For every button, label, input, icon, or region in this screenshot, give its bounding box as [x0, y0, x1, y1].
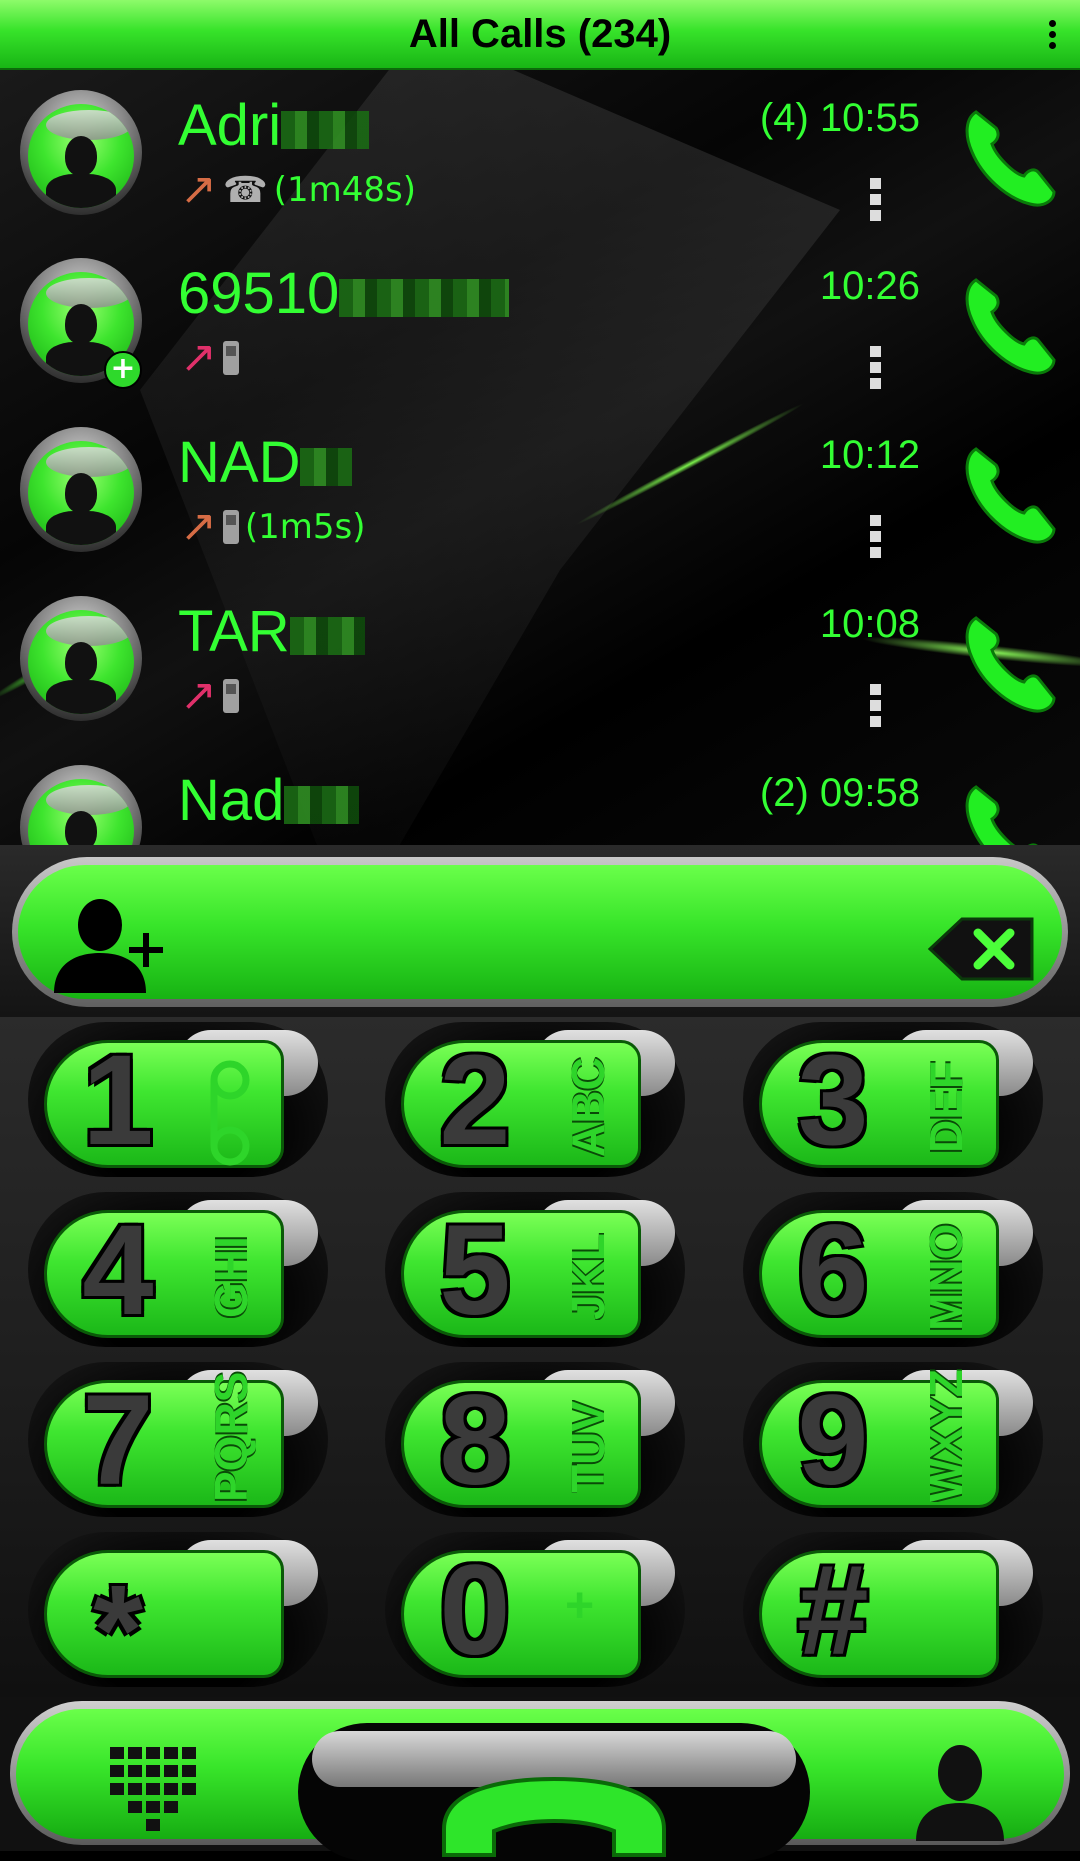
add-contact-icon[interactable] — [48, 895, 173, 995]
dialpad: 1 2 ABC 3 DEF 4 GHI 5 JKL 6 MNO 7 PQRS 8… — [0, 1017, 1080, 1697]
key-digit: 1 — [82, 1029, 154, 1172]
missed-call-icon: ↗ — [180, 670, 217, 721]
backspace-icon[interactable] — [926, 915, 1036, 983]
dial-input-bar — [12, 857, 1068, 1007]
overflow-menu-icon[interactable] — [1042, 18, 1062, 58]
list-item[interactable]: NAD 10:12 ↗ (1m5s) — [0, 407, 1080, 575]
key-hash[interactable]: # — [743, 1532, 1043, 1687]
more-options-icon[interactable] — [869, 684, 883, 734]
list-item[interactable]: Adri (4) 10:55 ↗ ☎ (1m48s) — [0, 70, 1080, 238]
call-time: (4) 10:55 — [759, 96, 920, 140]
key-digit: # — [797, 1539, 869, 1682]
call-icon[interactable] — [958, 775, 1058, 845]
call-icon[interactable] — [958, 268, 1058, 378]
key-digit: 4 — [82, 1199, 154, 1342]
voicemail-icon — [210, 1060, 250, 1166]
key-digit: 9 — [797, 1369, 869, 1512]
list-item[interactable]: + 69510 10:26 ↗ — [0, 238, 1080, 406]
key-7[interactable]: 7 PQRS — [28, 1362, 328, 1517]
key-1[interactable]: 1 — [28, 1022, 328, 1177]
key-digit: 5 — [439, 1199, 511, 1342]
key-digit: 0 — [439, 1539, 511, 1682]
key-letters: JKL — [562, 1233, 614, 1321]
key-letters: PQRS — [205, 1371, 257, 1502]
key-letters: DEF — [920, 1061, 972, 1153]
contact-name: Adri — [178, 92, 370, 159]
key-0[interactable]: 0 + — [385, 1532, 685, 1687]
key-6[interactable]: 6 MNO — [743, 1192, 1043, 1347]
outgoing-call-icon: ↗ — [180, 501, 217, 552]
contacts-icon[interactable] — [912, 1743, 1008, 1843]
key-letters: WXYZ — [920, 1369, 972, 1502]
more-options-icon[interactable] — [869, 346, 883, 396]
key-9[interactable]: 9 WXYZ — [743, 1362, 1043, 1517]
dial-number-input[interactable] — [188, 910, 892, 972]
key-letters: GHI — [205, 1236, 257, 1318]
key-letters: ABC — [562, 1057, 614, 1157]
call-time: (2) 09:58 — [759, 771, 920, 815]
redacted-text — [300, 447, 353, 486]
avatar[interactable]: + — [20, 258, 142, 389]
bottom-action-bar — [0, 1697, 1080, 1861]
add-contact-badge-icon[interactable]: + — [104, 351, 142, 389]
page-title: All Calls (234) — [408, 12, 672, 56]
more-options-icon[interactable] — [869, 178, 883, 228]
key-digit: 6 — [797, 1199, 869, 1342]
call-icon[interactable] — [958, 606, 1058, 716]
call-details: ↗ ☎ (1m48s) — [180, 168, 416, 216]
key-3[interactable]: 3 DEF — [743, 1022, 1043, 1177]
avatar[interactable] — [20, 427, 142, 552]
avatar[interactable] — [20, 596, 142, 721]
mobile-phone-icon — [222, 510, 239, 544]
missed-call-icon: ↗ — [180, 332, 217, 383]
mobile-phone-icon — [222, 679, 239, 713]
contact-name: Nad — [178, 767, 360, 834]
dialpad-icon[interactable] — [108, 1745, 198, 1835]
key-2[interactable]: 2 ABC — [385, 1022, 685, 1177]
landline-icon: ☎ — [222, 169, 268, 211]
call-details: ↗ — [180, 674, 245, 722]
mobile-phone-icon — [222, 341, 239, 375]
key-digit: 8 — [439, 1369, 511, 1512]
key-5[interactable]: 5 JKL — [385, 1192, 685, 1347]
call-icon[interactable] — [958, 100, 1058, 210]
avatar[interactable] — [20, 90, 142, 215]
outgoing-call-icon: ↗ — [180, 164, 217, 215]
redacted-text — [281, 110, 370, 149]
key-letters: TUV — [562, 1401, 614, 1493]
header-bar: All Calls (234) — [0, 0, 1080, 70]
call-duration: (1m5s) — [244, 507, 366, 547]
call-time: 10:08 — [819, 602, 920, 646]
call-icon[interactable] — [958, 437, 1058, 547]
more-options-icon[interactable] — [869, 515, 883, 565]
contact-name: TAR — [178, 598, 365, 665]
call-icon — [442, 1776, 666, 1857]
key-star[interactable]: * — [28, 1532, 328, 1696]
redacted-text — [284, 785, 360, 824]
call-details: ↗ (1m5s) — [180, 505, 366, 553]
key-digit: 2 — [439, 1029, 511, 1172]
list-item[interactable]: Nad (2) 09:58 — [0, 745, 1080, 845]
key-8[interactable]: 8 TUV — [385, 1362, 685, 1517]
key-digit: 3 — [797, 1029, 869, 1172]
key-digit: 7 — [82, 1369, 154, 1512]
key-letters: MNO — [920, 1223, 972, 1331]
dial-input-area — [0, 845, 1080, 1017]
redacted-text — [289, 616, 365, 655]
key-letters: + — [565, 1577, 595, 1633]
call-time: 10:12 — [819, 433, 920, 477]
call-time: 10:26 — [819, 264, 920, 308]
contact-name: 69510 — [178, 260, 510, 327]
contact-name: NAD — [178, 429, 353, 496]
key-4[interactable]: 4 GHI — [28, 1192, 328, 1347]
call-list[interactable]: Adri (4) 10:55 ↗ ☎ (1m48s) + 69510 10:26 ↗… — [0, 70, 1080, 845]
redacted-text — [339, 278, 510, 317]
avatar[interactable] — [20, 765, 142, 845]
call-button[interactable] — [298, 1723, 810, 1861]
call-details: ↗ — [180, 336, 245, 384]
call-duration: (1m48s) — [273, 170, 416, 210]
list-item[interactable]: TAR 10:08 ↗ — [0, 576, 1080, 744]
key-digit: * — [93, 1559, 143, 1702]
